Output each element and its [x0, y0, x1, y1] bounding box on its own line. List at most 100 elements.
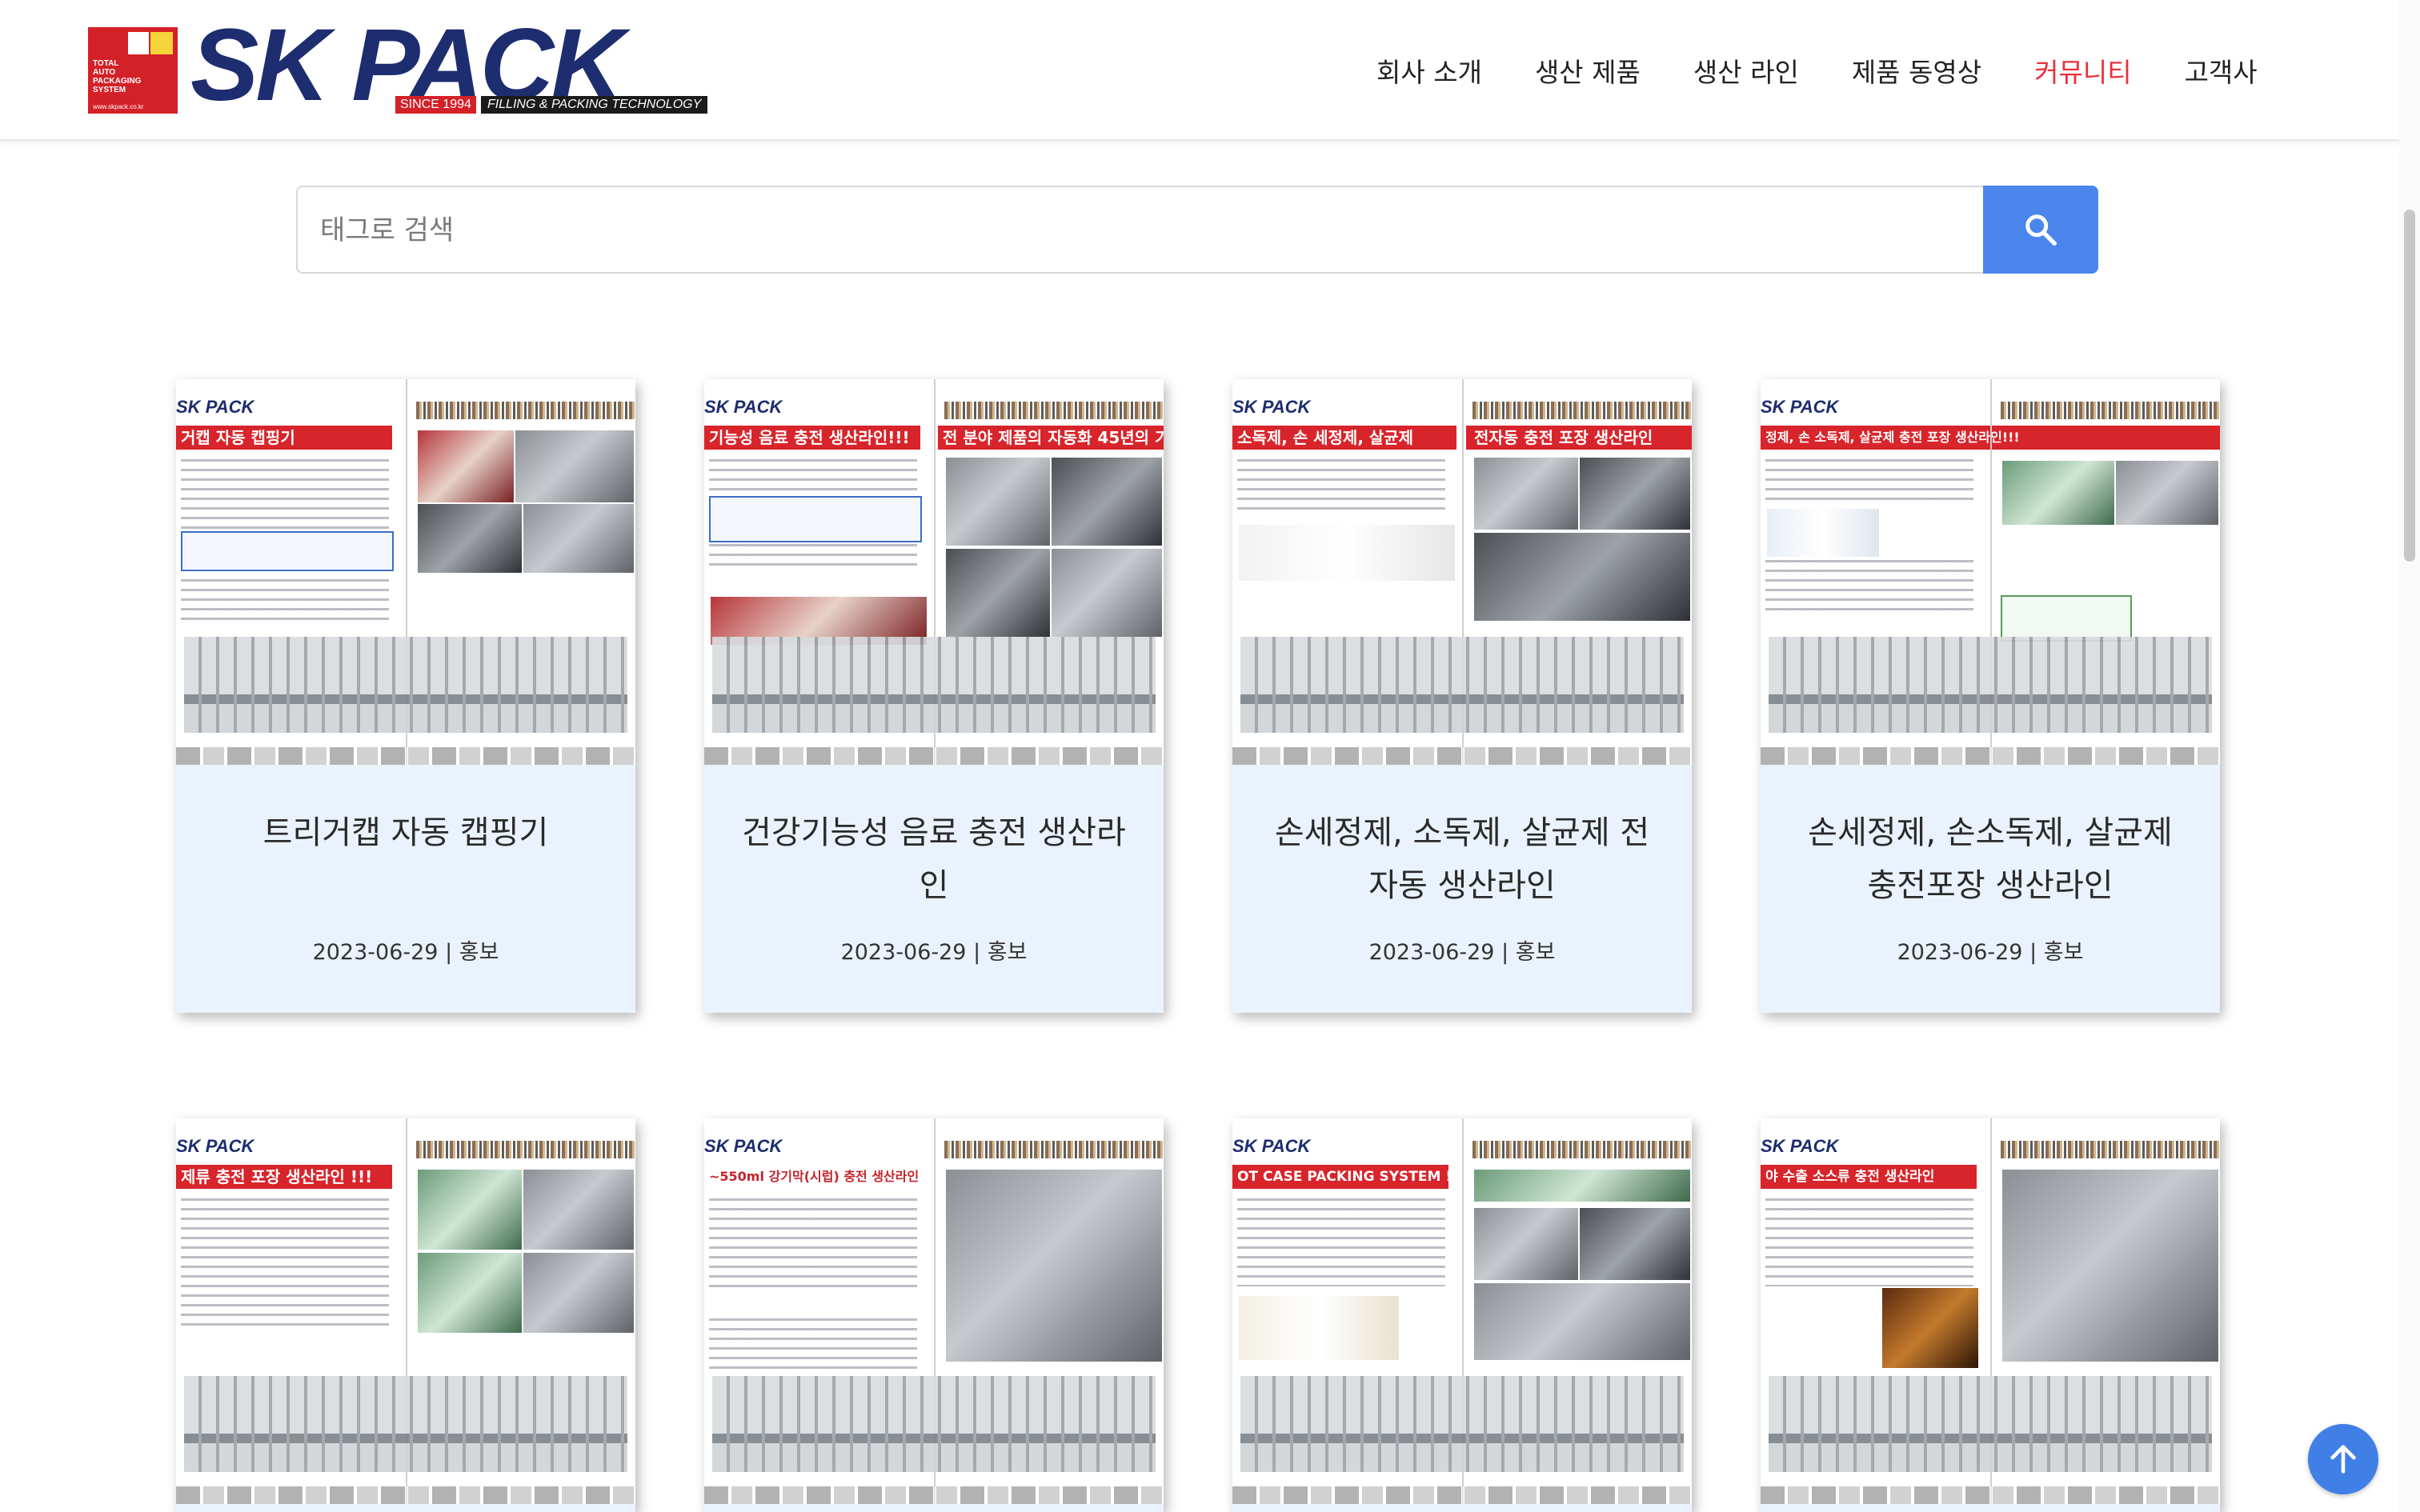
post-card[interactable]: SK PACK 소독제, 손 세정제, 살균제 전자동 충전 포장 생산라인 손…: [1232, 379, 1692, 1013]
brochure-logo: SK PACK: [1232, 397, 1311, 417]
brochure-photo: [944, 1168, 1164, 1363]
nav-item-community[interactable]: 커뮤니티: [2034, 51, 2131, 90]
brochure-text: [1765, 1198, 1973, 1286]
brochure-banner-text: 제류 충전 포장 생산라인 !!!: [181, 1167, 373, 1186]
logo-square-yellow: [150, 32, 173, 54]
brochure-photo: [1578, 456, 1692, 531]
post-thumbnail: SK PACK 제류 충전 포장 생산라인 !!!: [176, 1118, 635, 1504]
nav-item-lines[interactable]: 생산 라인: [1693, 51, 1799, 90]
post-title[interactable]: 손세정제, 소독제, 살균제 전자동 생산라인: [1264, 806, 1660, 912]
brochure-machine: [1240, 1376, 1684, 1472]
brochure-box: [2001, 595, 2132, 642]
brochure-photo: [1472, 1206, 1580, 1282]
post-thumbnail: SK PACK 거캡 자동 캡핑기: [176, 379, 635, 765]
brochure-text: [709, 544, 917, 568]
brochure-bottles: [416, 1141, 635, 1158]
post-card[interactable]: SK PACK 야 수출 소스류 충전 생산라인: [1761, 1118, 2220, 1512]
brochure-bottles: [2001, 402, 2220, 419]
brochure-bottles: [944, 402, 1164, 419]
tag-search-bar: [296, 186, 2098, 274]
post-thumbnail: SK PACK 소독제, 손 세정제, 살균제 전자동 충전 포장 생산라인: [1232, 379, 1692, 765]
brochure-text: [709, 1198, 917, 1294]
logo-square-white: [128, 32, 149, 54]
brochure-text: [709, 1318, 917, 1374]
brochure-text: [1237, 459, 1445, 515]
logo-mark[interactable]: TOTAL AUTO PACKAGING SYSTEM www.skpack.c…: [88, 27, 178, 114]
brochure-footer: [1761, 1486, 2220, 1504]
scrollbar-thumb[interactable]: [2404, 210, 2415, 562]
brochure-machine: [1769, 1376, 2212, 1472]
brochure-footer: [1232, 1486, 1692, 1504]
post-title[interactable]: 건강기능성 음료 충전 생산라인: [736, 806, 1132, 912]
post-meta: 2023-06-29 | 홍보: [1368, 940, 1556, 965]
post-thumbnail: SK PACK OT CASE PACKING SYSTEM !!!: [1232, 1118, 1692, 1504]
brochure-banner-text: ~550ml 강기막(시럽) 충전 생산라인: [709, 1169, 920, 1184]
brochure-machine: [1240, 637, 1684, 733]
post-thumbnail: SK PACK 기능성 음료 충전 생산라인!!! 전 분야 제품의 자동화 4…: [704, 379, 1164, 765]
brochure-photo: [1472, 1168, 1692, 1203]
brochure-bottles: [1472, 402, 1692, 419]
page-scrollbar[interactable]: [2399, 0, 2420, 1512]
brochure-photo: [1237, 523, 1456, 582]
post-thumbnail: SK PACK 야 수출 소스류 충전 생산라인: [1761, 1118, 2220, 1504]
brochure-photo: [416, 1168, 523, 1251]
back-to-top-button[interactable]: [2308, 1424, 2378, 1494]
brochure-photo: [522, 1251, 635, 1334]
brochure-text: [1765, 459, 1973, 507]
nav-item-videos[interactable]: 제품 동영상: [1852, 51, 1981, 90]
tag-search-input[interactable]: [298, 187, 2002, 274]
post-title[interactable]: 손세정제, 손소독제, 살균제 충전포장 생산라인: [1793, 806, 2188, 912]
post-card[interactable]: SK PACK 기능성 음료 충전 생산라인!!! 전 분야 제품의 자동화 4…: [704, 379, 1164, 1013]
brochure-banner-text: 전자동 충전 포장 생산라인: [1474, 428, 1653, 447]
brochure-logo: SK PACK: [704, 1136, 783, 1156]
brochure-photo: [1472, 1282, 1692, 1362]
logo-mark-text: TOTAL AUTO PACKAGING SYSTEM: [93, 59, 142, 94]
brochure-footer: [704, 747, 1164, 765]
brochure-photo: [514, 429, 635, 504]
brochure-bottles: [2001, 1141, 2220, 1158]
brochure-photo: [416, 502, 523, 574]
brochure-photo: [1765, 507, 1881, 558]
brochure-photo: [944, 456, 1052, 547]
brochure-logo: SK PACK: [176, 397, 254, 417]
nav-item-company[interactable]: 회사 소개: [1376, 51, 1482, 90]
post-meta: 2023-06-29 | 홍보: [1897, 940, 2084, 965]
brochure-banner-text: 기능성 음료 충전 생산라인!!!: [709, 428, 910, 447]
brochure-photo: [416, 429, 515, 504]
post-card[interactable]: SK PACK 거캡 자동 캡핑기 트리거캡 자동 캡핑기 2023-06-29…: [176, 379, 635, 1013]
brochure-footer: [1761, 747, 2220, 765]
brochure-photo: [1472, 456, 1580, 531]
brochure-text: [1765, 560, 1973, 616]
brochure-photo: [2001, 459, 2116, 526]
brochure-photo: [1050, 456, 1164, 547]
brochure-machine: [184, 1376, 627, 1472]
brochure-footer: [176, 1486, 635, 1504]
brochure-photo: [1237, 1294, 1400, 1362]
brochure-photo: [522, 502, 635, 574]
post-card[interactable]: SK PACK OT CASE PACKING SYSTEM !!!: [1232, 1118, 1692, 1512]
brochure-logo: SK PACK: [704, 397, 783, 417]
brochure-banner-text: OT CASE PACKING SYSTEM !!!: [1237, 1169, 1464, 1185]
brochure-photo: [1472, 531, 1692, 622]
post-card[interactable]: SK PACK 제류 충전 포장 생산라인 !!!: [176, 1118, 635, 1512]
brochure-logo: SK PACK: [1761, 397, 1839, 417]
brochure-bottles: [416, 402, 635, 419]
brochure-box: [181, 531, 394, 571]
logo-tagline: SINCE 1994 FILLING & PACKING TECHNOLOGY: [395, 96, 708, 114]
brochure-text: [1237, 1198, 1445, 1286]
brochure-photo: [2114, 459, 2220, 526]
arrow-up-icon: [2330, 1445, 2356, 1474]
post-card[interactable]: SK PACK 정제, 손 소독제, 살균제 충전 포장 생산라인!!! 손세정…: [1761, 379, 2220, 1013]
brochure-text: [181, 579, 389, 627]
brochure-photo: [2001, 1168, 2220, 1363]
nav-item-clients[interactable]: 고객사: [2185, 51, 2258, 90]
nav-item-products[interactable]: 생산 제품: [1535, 51, 1641, 90]
logo-url: www.skpack.co.kr: [93, 103, 144, 110]
search-button[interactable]: [1983, 186, 2098, 274]
brochure-photo: [1050, 547, 1164, 638]
site-header: TOTAL AUTO PACKAGING SYSTEM www.skpack.c…: [0, 0, 2420, 141]
post-meta: 2023-06-29 | 홍보: [840, 940, 1028, 965]
post-title[interactable]: 트리거캡 자동 캡핑기: [208, 806, 603, 859]
brochure-banner-text: 전 분야 제품의 자동화 45년의 기: [943, 428, 1164, 447]
post-card[interactable]: SK PACK ~550ml 강기막(시럽) 충전 생산라인: [704, 1118, 1164, 1512]
